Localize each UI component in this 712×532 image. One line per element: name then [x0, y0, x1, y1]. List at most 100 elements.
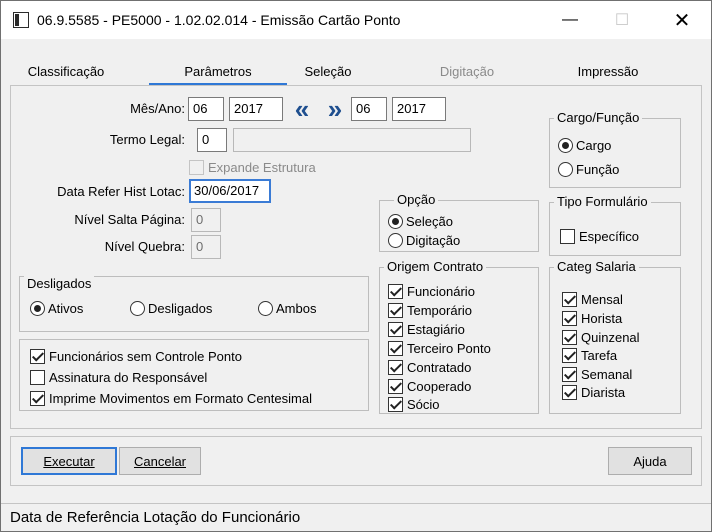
nivel-quebra-label: Nível Quebra: — [104, 239, 185, 254]
ano-inicio-input[interactable]: 2017 — [229, 97, 283, 121]
checkbox-icon — [388, 340, 403, 356]
imprime-centesimal-checkbox[interactable]: Imprime Movimentos em Formato Centesimal — [30, 389, 312, 407]
nivel-salta-label: Nível Salta Página: — [74, 212, 185, 227]
radio-icon — [558, 161, 573, 177]
origem-socio-checkbox[interactable]: Sócio — [388, 395, 440, 413]
ano-fim-input[interactable]: 2017 — [392, 97, 446, 121]
title-bar[interactable]: 06.9.5585 - PE5000 - 1.02.02.014 - Emiss… — [1, 1, 711, 39]
options-group: Funcionários sem Controle Ponto Assinatu… — [19, 339, 369, 411]
origem-cooperado-checkbox[interactable]: Cooperado — [388, 377, 471, 395]
checkbox-icon — [388, 396, 403, 412]
tab-impressao[interactable]: Impressão — [571, 59, 645, 85]
funcionarios-sem-controle-label: Funcionários sem Controle Ponto — [49, 348, 242, 364]
especifico-label: Específico — [579, 228, 639, 244]
nivel-quebra-input: 0 — [191, 235, 221, 259]
categ-semanal-label: Semanal — [581, 366, 633, 382]
next-period-icon[interactable]: » — [318, 94, 346, 124]
categ-horista-checkbox[interactable]: Horista — [562, 309, 622, 327]
origem-socio-label: Sócio — [407, 396, 440, 412]
checkbox-icon — [388, 321, 403, 337]
data-refer-label: Data Refer Hist Lotac: — [57, 184, 185, 199]
radio-digitacao[interactable]: Digitação — [388, 231, 460, 249]
opcao-group: Opção Seleção Digitação — [379, 192, 539, 252]
origem-funcionario-label: Funcionário — [407, 283, 475, 299]
radio-icon — [130, 300, 145, 316]
checkbox-icon — [562, 384, 577, 400]
radio-ambos-label: Ambos — [276, 300, 317, 316]
radio-icon — [30, 300, 45, 316]
origem-terceiro-ponto-label: Terceiro Ponto — [407, 340, 491, 356]
cargo-funcao-group: Cargo/Função Cargo Função — [549, 110, 681, 188]
checkbox-icon — [560, 228, 575, 244]
dialog-window: 06.9.5585 - PE5000 - 1.02.02.014 - Emiss… — [0, 0, 712, 532]
origem-temporario-checkbox[interactable]: Temporário — [388, 301, 472, 319]
radio-icon — [258, 300, 273, 316]
radio-desligados-label: Desligados — [148, 300, 213, 316]
checkbox-icon — [562, 347, 577, 363]
window-title: 06.9.5585 - PE5000 - 1.02.02.014 - Emiss… — [37, 12, 401, 28]
checkbox-icon — [562, 310, 577, 326]
imprime-centesimal-label: Imprime Movimentos em Formato Centesimal — [49, 390, 312, 406]
checkbox-icon — [189, 159, 204, 175]
termo-legal-input[interactable]: 0 — [197, 128, 227, 152]
origem-contratado-label: Contratado — [407, 359, 472, 375]
radio-ativos[interactable]: Ativos — [30, 299, 83, 317]
cancelar-label: Cancelar — [133, 453, 187, 469]
tab-selecao[interactable]: Seleção — [295, 59, 361, 85]
button-bar: Executar Cancelar Ajuda — [10, 436, 702, 486]
categ-quinzenal-label: Quinzenal — [581, 329, 640, 345]
funcionarios-sem-controle-checkbox[interactable]: Funcionários sem Controle Ponto — [30, 347, 242, 365]
categ-mensal-label: Mensal — [581, 291, 623, 307]
checkbox-icon — [30, 348, 45, 364]
origem-terceiro-ponto-checkbox[interactable]: Terceiro Ponto — [388, 339, 491, 357]
radio-ambos[interactable]: Ambos — [258, 299, 316, 317]
origem-contrato-group: Origem Contrato Funcionário Temporário E… — [379, 259, 539, 414]
checkbox-icon — [562, 366, 577, 382]
categ-salaria-group: Categ Salaria Mensal Horista Quinzenal T… — [549, 259, 681, 414]
especifico-checkbox[interactable]: Específico — [560, 227, 639, 245]
tab-strip: Classificação Parâmetros Seleção Digitaç… — [11, 59, 703, 86]
tab-parametros[interactable]: Parâmetros — [149, 59, 287, 86]
radio-funcao-label: Função — [576, 161, 620, 177]
origem-estagiario-label: Estagiário — [407, 321, 465, 337]
radio-funcao[interactable]: Função — [558, 160, 619, 178]
desligados-title: Desligados — [24, 276, 95, 291]
origem-contratado-checkbox[interactable]: Contratado — [388, 358, 471, 376]
categ-salaria-title: Categ Salaria — [554, 259, 639, 274]
previous-period-icon[interactable]: « — [285, 94, 313, 124]
executar-button[interactable]: Executar — [21, 447, 117, 475]
radio-cargo[interactable]: Cargo — [558, 136, 611, 154]
tab-digitacao: Digitação — [439, 64, 495, 79]
ajuda-button[interactable]: Ajuda — [608, 447, 692, 475]
expande-estrutura-checkbox: Expande Estrutura — [189, 158, 316, 176]
tab-classificacao[interactable]: Classificação — [11, 59, 121, 85]
desligados-group: Desligados Ativos Desligados Ambos — [19, 276, 369, 332]
categ-diarista-checkbox[interactable]: Diarista — [562, 383, 625, 401]
status-text: Data de Referência Lotação do Funcionári… — [10, 509, 301, 526]
maximize-icon[interactable]: ☐ — [599, 1, 645, 39]
radio-ativos-label: Ativos — [48, 300, 84, 316]
checkbox-icon — [562, 291, 577, 307]
mes-inicio-input[interactable]: 06 — [188, 97, 224, 121]
checkbox-icon — [30, 369, 45, 385]
expande-estrutura-label: Expande Estrutura — [208, 159, 316, 175]
nivel-salta-input: 0 — [191, 208, 221, 232]
assinatura-responsavel-checkbox[interactable]: Assinatura do Responsável — [30, 368, 207, 386]
categ-semanal-checkbox[interactable]: Semanal — [562, 365, 632, 383]
cancelar-button[interactable]: Cancelar — [119, 447, 201, 475]
tipo-formulario-group: Tipo Formulário Específico — [549, 194, 681, 256]
data-refer-input[interactable]: 30/06/2017 — [189, 179, 271, 203]
categ-tarefa-checkbox[interactable]: Tarefa — [562, 346, 617, 364]
radio-desligados[interactable]: Desligados — [130, 299, 212, 317]
close-icon[interactable]: ✕ — [659, 1, 705, 39]
checkbox-icon — [388, 378, 403, 394]
categ-quinzenal-checkbox[interactable]: Quinzenal — [562, 328, 640, 346]
radio-icon — [388, 232, 403, 248]
minimize-icon[interactable]: — — [547, 1, 593, 39]
assinatura-responsavel-label: Assinatura do Responsável — [49, 369, 208, 385]
origem-funcionario-checkbox[interactable]: Funcionário — [388, 282, 475, 300]
radio-selecao[interactable]: Seleção — [388, 212, 453, 230]
mes-fim-input[interactable]: 06 — [351, 97, 387, 121]
categ-mensal-checkbox[interactable]: Mensal — [562, 290, 623, 308]
origem-estagiario-checkbox[interactable]: Estagiário — [388, 320, 465, 338]
